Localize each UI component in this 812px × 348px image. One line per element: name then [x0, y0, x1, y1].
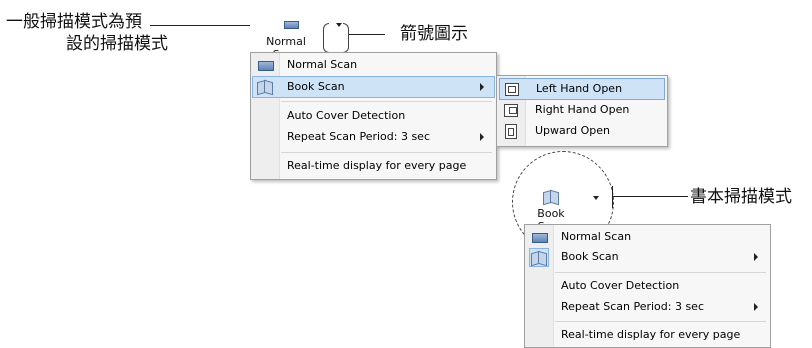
menu-separator — [281, 152, 492, 153]
left-hand-open-icon — [504, 81, 520, 97]
menu-item-book-scan[interactable]: Book Scan — [252, 76, 495, 98]
submenu-item-right-hand-open[interactable]: Right Hand Open — [499, 100, 665, 120]
scanner-icon — [531, 229, 548, 245]
default-mode-callout-line1: 一般掃描模式為預 — [6, 12, 142, 32]
book-icon — [257, 79, 273, 95]
scan-mode-split-button-normal[interactable]: Normal Scan — [251, 13, 354, 61]
scan-mode-menu: Normal Scan Book Scan Auto Cover Detecti… — [250, 52, 497, 180]
arrow-callout-line — [349, 34, 385, 35]
menu-item-normal-scan[interactable]: Normal Scan — [527, 227, 768, 247]
menu-item-normal-scan[interactable]: Normal Scan — [253, 55, 494, 75]
menu-item-book-scan[interactable]: Book Scan — [527, 247, 768, 267]
upward-open-icon — [503, 123, 519, 139]
callout-leader-line — [150, 25, 250, 26]
book-mode-callout: 書本掃描模式 — [690, 187, 792, 207]
menu-item-label: Normal Scan — [561, 230, 632, 243]
menu-separator — [555, 321, 766, 322]
menu-item-label: Normal Scan — [287, 58, 358, 71]
book-callout-line-v1 — [612, 186, 613, 208]
book-icon — [543, 189, 559, 203]
right-hand-open-icon — [503, 102, 519, 118]
submenu-arrow-icon — [480, 83, 484, 91]
menu-item-label: Book Scan — [561, 250, 619, 263]
menu-item-label: Left Hand Open — [536, 82, 623, 95]
menu-item-repeat-scan-period[interactable]: Repeat Scan Period: 3 sec — [253, 127, 494, 147]
menu-item-auto-cover-detection[interactable]: Auto Cover Detection — [253, 106, 494, 126]
menu-separator — [555, 272, 766, 273]
default-mode-callout-line2: 設的掃描模式 — [66, 34, 168, 54]
menu-item-label: Real-time display for every page — [287, 159, 467, 172]
arrow-callout-bracket-left — [323, 23, 329, 53]
menu-item-label: Repeat Scan Period: 3 sec — [561, 300, 704, 313]
submenu-item-upward-open[interactable]: Upward Open — [499, 121, 665, 141]
menu-item-label: Auto Cover Detection — [561, 279, 680, 292]
book-callout-line-h — [612, 196, 688, 197]
scanner-icon — [257, 57, 274, 73]
menu-item-label: Repeat Scan Period: 3 sec — [287, 130, 430, 143]
menu-item-label: Upward Open — [535, 124, 610, 137]
dropdown-arrow-icon[interactable] — [589, 186, 603, 224]
scanner-icon — [284, 19, 300, 29]
menu-item-label: Auto Cover Detection — [287, 109, 406, 122]
menu-item-auto-cover-detection[interactable]: Auto Cover Detection — [527, 276, 768, 296]
arrow-callout-bracket-right — [343, 23, 349, 53]
menu-item-repeat-scan-period[interactable]: Repeat Scan Period: 3 sec — [527, 297, 768, 317]
menu-item-realtime-display[interactable]: Real-time display for every page — [527, 325, 768, 345]
submenu-item-left-hand-open[interactable]: Left Hand Open — [499, 78, 665, 100]
submenu-arrow-icon — [754, 303, 758, 311]
submenu-arrow-icon — [480, 133, 484, 141]
submenu-arrow-icon — [754, 253, 758, 261]
book-scan-submenu: Left Hand Open Right Hand Open Upward Op… — [496, 75, 668, 147]
menu-item-label: Real-time display for every page — [561, 328, 741, 341]
menu-item-label: Book Scan — [287, 80, 345, 93]
arrow-icon-callout: 箭號圖示 — [400, 24, 468, 44]
scan-mode-menu-book: Normal Scan Book Scan Auto Cover Detecti… — [524, 224, 771, 348]
menu-item-realtime-display[interactable]: Real-time display for every page — [253, 156, 494, 176]
menu-separator — [281, 101, 492, 102]
book-icon — [529, 248, 549, 267]
scan-mode-split-button-book[interactable]: Book Scan — [526, 186, 603, 233]
menu-item-label: Right Hand Open — [535, 103, 630, 116]
